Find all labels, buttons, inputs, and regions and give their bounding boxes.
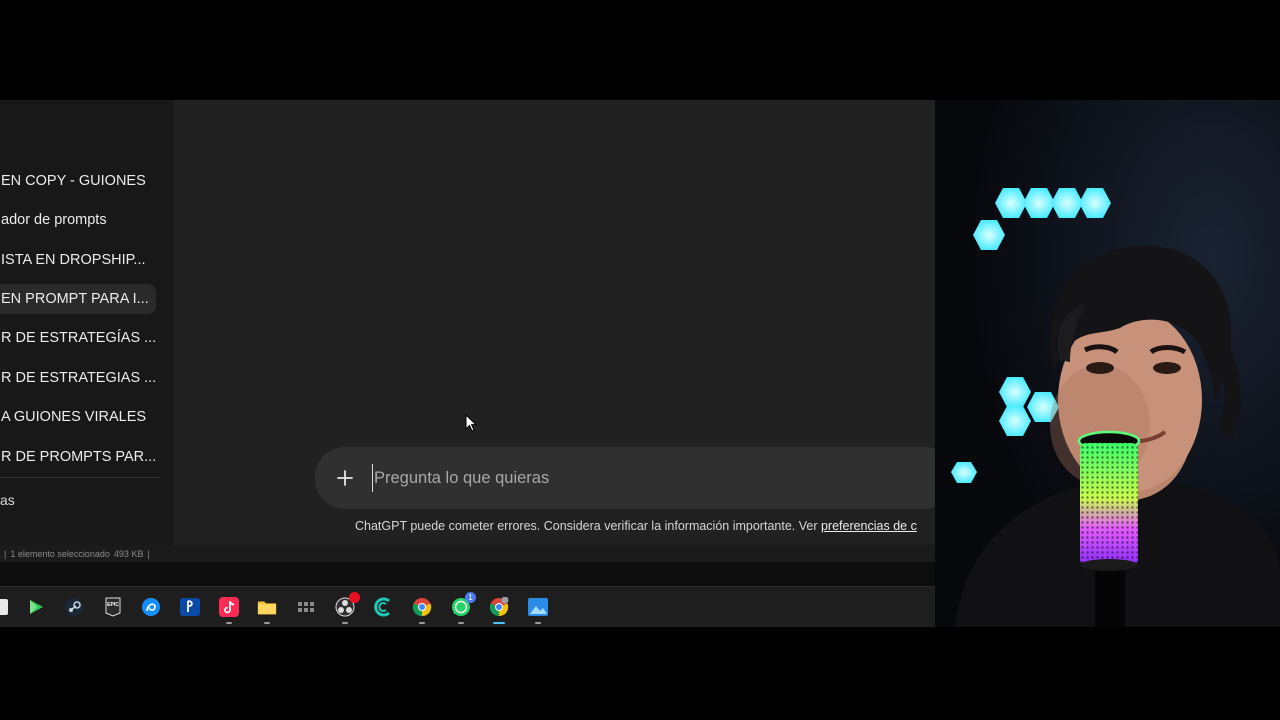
sidebar-chat-item[interactable]: EN COPY - GUIONES (0, 166, 156, 196)
taskbar-capcut[interactable] (373, 597, 393, 617)
selection-size: 493 KB (113, 548, 144, 559)
preferences-link[interactable]: preferencias de c (821, 519, 917, 533)
prompt-input[interactable] (372, 464, 872, 492)
sidebar-chat-label: R DE PROMPTS PAR... (1, 449, 156, 465)
sidebar-chat-label: R DE ESTRATEGÍAS ... (1, 330, 156, 346)
running-indicator (226, 622, 232, 624)
svg-text:EPIC: EPIC (107, 602, 119, 608)
taskbar-battlenet[interactable] (141, 597, 161, 617)
sidebar-chat-item[interactable]: ISTA EN DROPSHIP... (0, 245, 156, 275)
sidebar-more-link[interactable]: as (0, 492, 15, 508)
sidebar-chat-item[interactable]: R DE ESTRATEGÍAS ... (0, 323, 156, 353)
tiktok-icon (219, 597, 239, 617)
chat-sidebar: EN COPY - GUIONES ador de prompts ISTA E… (0, 100, 174, 545)
plus-icon (337, 470, 353, 486)
webcam-overlay (935, 100, 1280, 627)
streamer-camera-image (935, 100, 1280, 627)
chat-main-area: ChatGPT puede cometer errores. Considera… (174, 100, 935, 545)
disclaimer-text: ChatGPT puede cometer errores. Considera… (355, 519, 917, 533)
status-separator: | (147, 548, 150, 559)
sidebar-chat-item[interactable]: R DE ESTRATEGIAS ... (0, 363, 156, 393)
running-indicator (458, 622, 464, 624)
taskbar-playstation[interactable] (180, 597, 200, 617)
chrome-icon (412, 598, 432, 617)
notification-dot (349, 592, 360, 603)
play-store-icon (30, 600, 43, 614)
sidebar-divider (0, 477, 160, 478)
taskbar-chrome-profile[interactable] (489, 597, 509, 624)
add-attachment-button[interactable] (332, 465, 358, 491)
apps-grid-icon (298, 602, 314, 612)
unread-badge: 1 (465, 592, 476, 603)
photos-icon (528, 598, 548, 616)
sidebar-chat-label: ador de prompts (1, 212, 107, 228)
playstation-icon (180, 598, 200, 616)
taskbar-file-explorer[interactable] (257, 597, 277, 624)
sidebar-chat-label: R DE ESTRATEGIAS ... (1, 370, 156, 386)
sidebar-chat-item[interactable]: R DE PROMPTS PAR... (0, 442, 156, 472)
screen-capture: EN COPY - GUIONES ador de prompts ISTA E… (0, 100, 935, 627)
status-separator: | (4, 548, 7, 559)
taskbar-whatsapp[interactable]: 1 (451, 592, 476, 624)
taskbar-photos[interactable] (528, 597, 548, 624)
battlenet-icon (142, 598, 160, 616)
sidebar-chat-label: ISTA EN DROPSHIP... (1, 252, 146, 268)
taskbar-file-app[interactable] (0, 597, 12, 617)
taskbar-epic[interactable]: EPIC (103, 597, 123, 617)
sidebar-chat-label: A GUIONES VIRALES (1, 409, 147, 425)
taskbar-obs[interactable] (335, 592, 360, 624)
taskbar-tiktok[interactable] (219, 597, 239, 624)
selection-status: 1 elemento seleccionado (10, 548, 110, 559)
taskbar-play-app[interactable] (26, 597, 46, 617)
taskbar-chrome[interactable] (412, 597, 432, 624)
taskbar: EPIC 1 (0, 586, 935, 627)
capcut-icon (374, 597, 390, 617)
explorer-status-bar: | 1 elemento seleccionado 493 KB | (0, 545, 935, 562)
running-indicator (535, 622, 541, 624)
sidebar-chat-label: EN COPY - GUIONES (1, 173, 146, 189)
file-explorer-icon (257, 601, 277, 615)
chrome-profile-icon (489, 597, 509, 617)
running-indicator (264, 622, 270, 624)
sidebar-chat-item[interactable]: A GUIONES VIRALES (0, 402, 156, 432)
mouse-cursor-icon (465, 414, 477, 432)
taskbar-apps[interactable] (296, 597, 316, 617)
disclaimer-body: ChatGPT puede cometer errores. Considera… (355, 519, 821, 533)
sidebar-chat-item-active[interactable]: EN PROMPT PARA I... (0, 284, 156, 314)
running-indicator (419, 622, 425, 624)
steam-icon (65, 598, 83, 616)
active-indicator (493, 622, 505, 624)
epic-games-icon: EPIC (105, 597, 121, 617)
running-indicator (342, 622, 348, 624)
sidebar-chat-label: EN PROMPT PARA I... (1, 291, 149, 307)
file-icon (0, 599, 8, 615)
window-gap (0, 562, 935, 586)
taskbar-steam[interactable] (64, 597, 84, 617)
sidebar-chat-item[interactable]: ador de prompts (0, 205, 156, 235)
prompt-composer (315, 447, 935, 509)
